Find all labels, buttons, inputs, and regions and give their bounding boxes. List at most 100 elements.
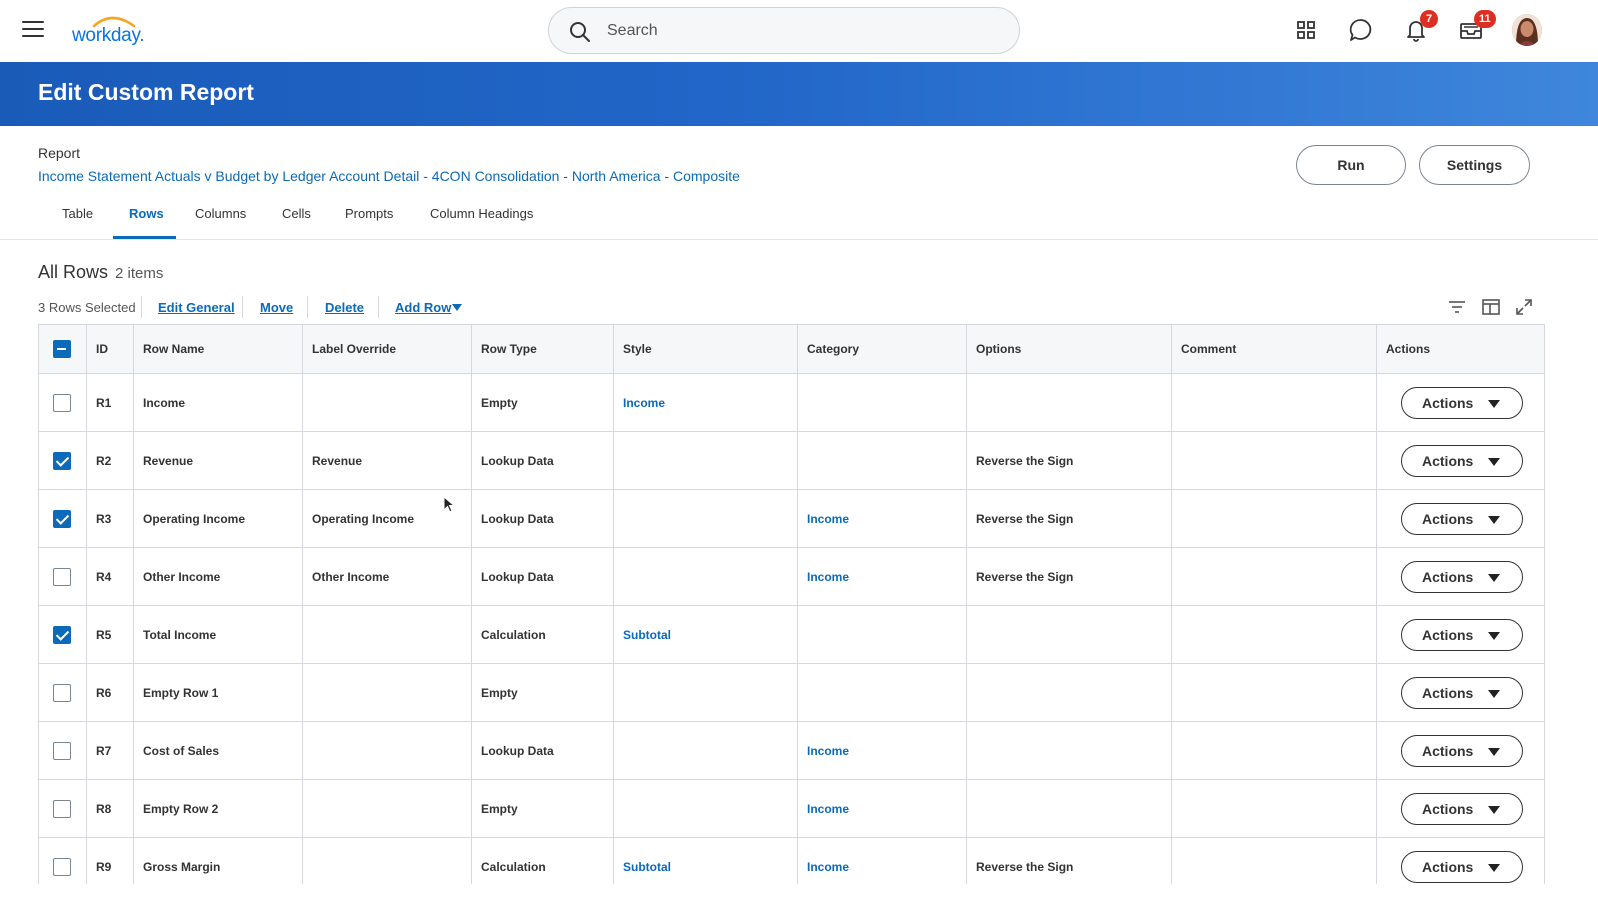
cell-options-text: Reverse the Sign [976, 453, 1074, 468]
row-actions-label: Actions [1422, 511, 1474, 527]
report-name-link[interactable]: Income Statement Actuals v Budget by Led… [38, 168, 740, 184]
cell-options: Reverse the Sign [966, 432, 1171, 489]
row-checkbox[interactable] [53, 857, 71, 876]
filter-icon[interactable] [1447, 297, 1467, 317]
cell-category-link[interactable]: Income [807, 744, 849, 758]
column-header-row-name[interactable]: Row Name [133, 325, 302, 373]
row-actions-button[interactable]: Actions [1401, 445, 1523, 477]
cell-row-name: Revenue [133, 432, 302, 489]
cell-row-name: Income [133, 374, 302, 431]
row-checkbox[interactable] [53, 567, 71, 586]
tab-prompts[interactable]: Prompts [345, 206, 393, 221]
cell-category: Income [797, 838, 966, 884]
cell-options: Reverse the Sign [966, 548, 1171, 605]
cell-category-link[interactable]: Income [807, 802, 849, 816]
column-header-comment[interactable]: Comment [1171, 325, 1376, 373]
row-checkbox[interactable] [53, 451, 71, 470]
cell-style-link[interactable]: Subtotal [623, 628, 671, 642]
row-select-cell [39, 432, 86, 489]
hamburger-icon[interactable] [22, 21, 44, 39]
tab-columns[interactable]: Columns [195, 206, 246, 221]
add-row-button[interactable]: Add Row [395, 300, 451, 315]
row-checkbox[interactable] [53, 741, 71, 760]
table-row[interactable]: R9 Gross Margin Calculation Subtotal Income R… [39, 838, 1544, 884]
row-checkbox[interactable] [53, 799, 71, 818]
row-checkbox[interactable] [53, 683, 71, 702]
cell-row-type-text: Calculation [481, 859, 546, 874]
row-checkbox[interactable] [53, 625, 71, 644]
cell-id-text: R4 [96, 569, 112, 584]
cell-comment [1171, 374, 1376, 431]
table-row[interactable]: R1 Income Empty Income Actions [39, 374, 1544, 432]
tab-rows[interactable]: Rows [129, 206, 164, 221]
select-all-checkbox[interactable] [53, 340, 71, 358]
column-header-id[interactable]: ID [86, 325, 133, 373]
inbox-badge: 11 [1474, 10, 1496, 28]
cell-category-link[interactable]: Income [807, 512, 849, 526]
cell-row-name-text: Other Income [143, 569, 221, 584]
cell-comment [1171, 606, 1376, 663]
cell-style: Subtotal [613, 838, 797, 884]
avatar[interactable] [1512, 14, 1542, 46]
cell-actions: Actions [1376, 490, 1544, 547]
table-row[interactable]: R3 Operating Income Operating Income Lookup… [39, 490, 1544, 548]
tab-cells[interactable]: Cells [282, 206, 311, 221]
cell-id-text: R7 [96, 743, 112, 758]
tab-column-headings[interactable]: Column Headings [430, 206, 533, 221]
table-row[interactable]: R7 Cost of Sales Lookup Data Income Actions [39, 722, 1544, 780]
column-header-row-type[interactable]: Row Type [471, 325, 613, 373]
cell-category-link[interactable]: Income [807, 860, 849, 874]
row-checkbox[interactable] [53, 509, 71, 528]
workday-logo[interactable]: workday. [72, 12, 156, 48]
cell-row-type: Empty [471, 374, 613, 431]
cell-actions: Actions [1376, 780, 1544, 837]
table-row[interactable]: R8 Empty Row 2 Empty Income Actions [39, 780, 1544, 838]
column-header-label-override[interactable]: Label Override [302, 325, 471, 373]
row-actions-button[interactable]: Actions [1401, 387, 1523, 419]
table-row[interactable]: R4 Other Income Other Income Lookup Data Inc… [39, 548, 1544, 606]
table-header-row: ID Row Name Label Override Row Type Styl… [39, 325, 1544, 374]
row-select-cell [39, 838, 86, 884]
delete-button[interactable]: Delete [325, 300, 364, 315]
cell-id: R4 [86, 548, 133, 605]
cell-style: Income [613, 374, 797, 431]
table-row[interactable]: R2 Revenue Revenue Lookup Data Reverse the S… [39, 432, 1544, 490]
cell-actions: Actions [1376, 606, 1544, 663]
row-actions-button[interactable]: Actions [1401, 735, 1523, 767]
cell-category-link[interactable]: Income [807, 570, 849, 584]
move-button[interactable]: Move [260, 300, 293, 315]
column-view-icon[interactable] [1481, 297, 1501, 317]
row-checkbox[interactable] [53, 393, 71, 412]
row-actions-button[interactable]: Actions [1401, 503, 1523, 535]
search-bar[interactable] [548, 7, 1020, 54]
add-row-dropdown-icon[interactable] [452, 304, 462, 311]
tab-table[interactable]: Table [62, 206, 93, 221]
table-row[interactable]: R6 Empty Row 1 Empty Actions [39, 664, 1544, 722]
search-input[interactable] [607, 19, 997, 43]
settings-button[interactable]: Settings [1419, 145, 1530, 185]
chat-icon[interactable] [1347, 16, 1375, 44]
cell-comment [1171, 838, 1376, 884]
column-header-style[interactable]: Style [613, 325, 797, 373]
cell-options [966, 780, 1171, 837]
row-actions-button[interactable]: Actions [1401, 677, 1523, 709]
column-header-category[interactable]: Category [797, 325, 966, 373]
cell-style-link[interactable]: Income [623, 396, 665, 410]
table-row[interactable]: R5 Total Income Calculation Subtotal Actions [39, 606, 1544, 664]
cell-id-text: R3 [96, 511, 112, 526]
cell-style-link[interactable]: Subtotal [623, 860, 671, 874]
edit-general-button[interactable]: Edit General [158, 300, 235, 315]
expand-icon[interactable] [1514, 297, 1534, 317]
row-actions-button[interactable]: Actions [1401, 561, 1523, 593]
chevron-down-icon [1488, 806, 1500, 814]
column-header-actions[interactable]: Actions [1376, 325, 1544, 373]
cell-row-name-text: Operating Income [143, 511, 246, 526]
row-actions-button[interactable]: Actions [1401, 851, 1523, 883]
column-header-options[interactable]: Options [966, 325, 1171, 373]
row-actions-button[interactable]: Actions [1401, 619, 1523, 651]
row-actions-button[interactable]: Actions [1401, 793, 1523, 825]
apps-icon[interactable] [1292, 16, 1320, 44]
run-button[interactable]: Run [1296, 145, 1406, 185]
row-actions-label: Actions [1422, 743, 1474, 759]
row-select-cell [39, 606, 86, 663]
